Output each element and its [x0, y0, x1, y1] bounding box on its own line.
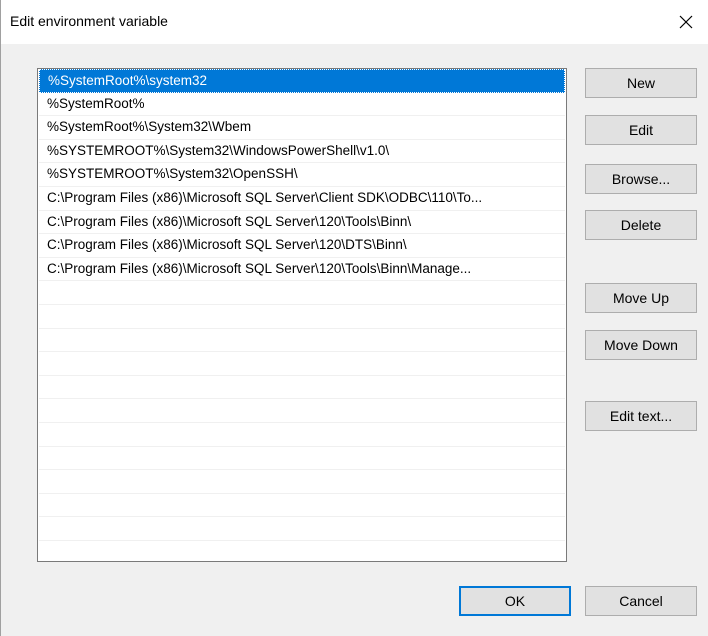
list-item[interactable]: %SystemRoot%\System32\Wbem — [39, 116, 565, 140]
list-item-text: C:\Program Files (x86)\Microsoft SQL Ser… — [47, 237, 407, 253]
list-item[interactable]: C:\Program Files (x86)\Microsoft SQL Ser… — [39, 258, 565, 282]
empty-list-row[interactable] — [39, 517, 565, 541]
list-item[interactable]: %SYSTEMROOT%\System32\OpenSSH\ — [39, 163, 565, 187]
list-item-text: C:\Program Files (x86)\Microsoft SQL Ser… — [47, 213, 412, 229]
list-item-text: %SYSTEMROOT%\System32\WindowsPowerShell\… — [47, 142, 390, 158]
list-item-text: %SystemRoot% — [47, 95, 145, 111]
empty-list-row[interactable] — [39, 494, 565, 518]
window-title: Edit environment variable — [10, 13, 168, 29]
empty-list-row[interactable] — [39, 399, 565, 423]
empty-list-row[interactable] — [39, 376, 565, 400]
list-item-text: %SYSTEMROOT%\System32\OpenSSH\ — [47, 166, 298, 182]
empty-list-row[interactable] — [39, 281, 565, 305]
list-item[interactable]: %SystemRoot%\system32 — [39, 69, 565, 93]
close-icon — [679, 15, 693, 29]
list-item[interactable]: %SYSTEMROOT%\System32\WindowsPowerShell\… — [39, 140, 565, 164]
list-item-text: %SystemRoot%\System32\Wbem — [47, 119, 252, 135]
edit-text-button[interactable]: Edit text... — [585, 401, 697, 431]
empty-list-row[interactable] — [39, 447, 565, 471]
new-button[interactable]: New — [585, 68, 697, 98]
list-item-text: C:\Program Files (x86)\Microsoft SQL Ser… — [47, 260, 472, 276]
delete-button[interactable]: Delete — [585, 210, 697, 240]
list-item[interactable]: C:\Program Files (x86)\Microsoft SQL Ser… — [39, 187, 565, 211]
edit-environment-variable-dialog: Edit environment variable %SystemRoot%\s… — [0, 0, 708, 636]
browse-button[interactable]: Browse... — [585, 164, 697, 194]
list-item-text: C:\Program Files (x86)\Microsoft SQL Ser… — [47, 189, 483, 205]
move-down-button[interactable]: Move Down — [585, 330, 697, 360]
list-item[interactable]: %SystemRoot% — [39, 93, 565, 117]
empty-list-row[interactable] — [39, 305, 565, 329]
title-bar: Edit environment variable — [1, 0, 708, 44]
move-up-button[interactable]: Move Up — [585, 283, 697, 313]
empty-list-row[interactable] — [39, 329, 565, 353]
edit-button[interactable]: Edit — [585, 115, 697, 145]
empty-list-row[interactable] — [39, 470, 565, 494]
cancel-button[interactable]: Cancel — [585, 586, 697, 616]
list-item-text: %SystemRoot%\system32 — [48, 73, 208, 88]
list-item[interactable]: C:\Program Files (x86)\Microsoft SQL Ser… — [39, 234, 565, 258]
empty-list-row[interactable] — [39, 423, 565, 447]
path-list[interactable]: %SystemRoot%\system32 %SystemRoot% %Syst… — [37, 68, 567, 562]
list-item[interactable]: C:\Program Files (x86)\Microsoft SQL Ser… — [39, 211, 565, 235]
ok-button[interactable]: OK — [459, 586, 571, 616]
empty-list-row[interactable] — [39, 352, 565, 376]
close-button[interactable] — [663, 0, 708, 44]
